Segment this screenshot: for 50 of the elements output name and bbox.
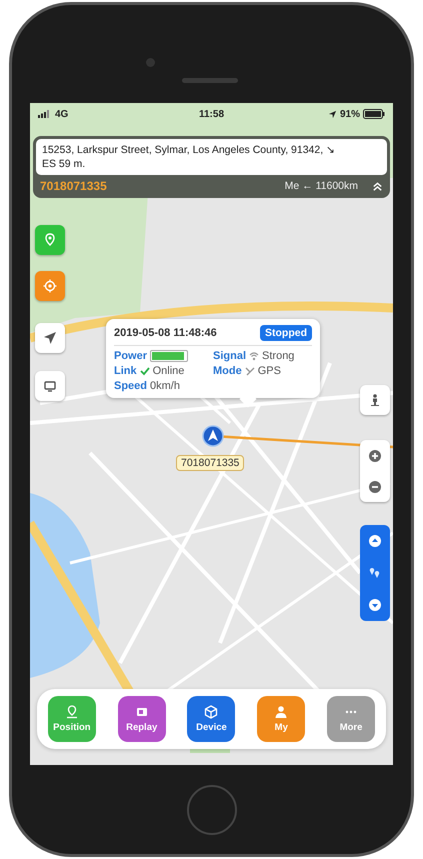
device-id: 7018071335 [40,179,108,193]
camera-icon [146,58,155,67]
check-icon [140,366,150,376]
marker-label: 7018071335 [176,455,244,471]
field-value: GPS [258,365,281,377]
up-icon [368,534,382,548]
tab-button[interactable]: Device [187,696,236,742]
field-label: Signal [213,350,246,362]
collapse-icon[interactable] [372,180,383,192]
field-value: 0km/h [150,380,180,392]
battery-icon [363,109,385,119]
location-pin-icon [43,233,57,247]
address-text: 15253, Larkspur Street, Sylmar, Los Angeles County, 91342, ↘ ES 59 m. [36,139,387,175]
minus-icon [368,480,382,494]
field-label: Mode [213,365,242,377]
video-icon [134,705,149,719]
tab-button[interactable]: Position [48,696,96,742]
navigation-marker-icon [202,425,224,447]
satellite-icon [244,366,255,376]
network-label: 4G [55,108,68,120]
monitor-button[interactable] [35,371,65,401]
plus-icon [368,448,382,462]
field-label: Speed [114,380,148,392]
field-value: Online [152,365,184,377]
battery-percent: 91% [340,108,360,120]
field-label: Power [114,350,148,362]
wifi-icon [249,351,260,361]
location-icon [328,110,337,118]
status-badge: Stopped [260,325,312,341]
monitor-icon [43,379,57,393]
navigate-button[interactable] [35,323,65,353]
street-view-button[interactable] [360,385,390,415]
cube-icon [204,705,218,719]
field-label: Link [114,365,137,377]
field-value: Strong [262,350,294,362]
signal-icon [38,110,52,118]
pins-icon [368,566,382,580]
tab-button[interactable]: More [327,696,376,742]
navigation-arrow-icon [43,331,57,345]
clock: 11:58 [198,108,224,120]
target-icon [43,279,57,293]
pin-icon [64,705,79,719]
timestamp: 2019-05-08 11:48:46 [114,327,217,339]
tab-button[interactable]: Replay [118,696,166,742]
person-icon [368,393,382,407]
person-icon [274,705,288,719]
speaker-icon [182,78,238,83]
down-icon [368,598,382,612]
tab-button[interactable]: My [257,696,306,742]
distance-text: Me ← 11600km [284,180,358,192]
